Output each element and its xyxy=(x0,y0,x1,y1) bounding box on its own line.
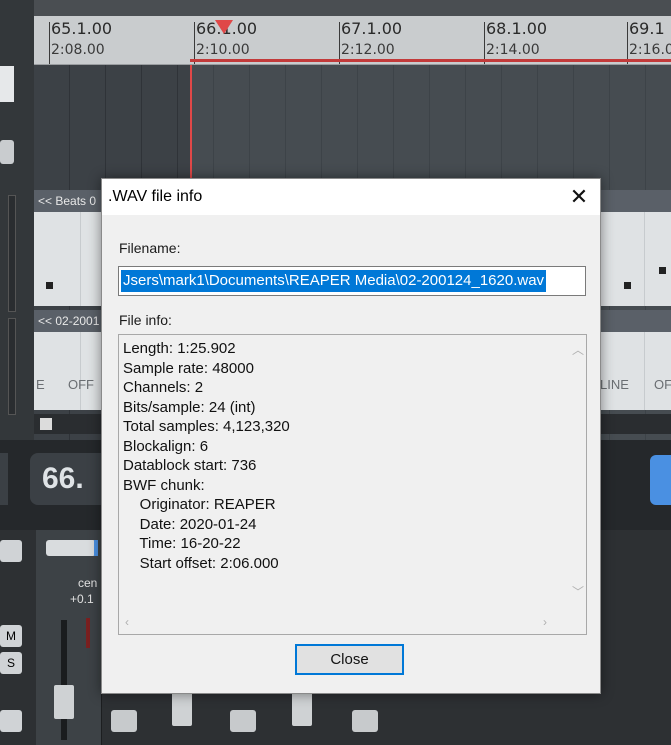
item-text: OFF xyxy=(68,377,94,392)
routing-button[interactable] xyxy=(0,710,22,732)
info-line: Length: 1:25.902 xyxy=(123,340,236,357)
ruler-measure: 69.1 xyxy=(629,19,665,38)
tcp-box-1 xyxy=(0,66,14,102)
ruler-time: 2:08.00 xyxy=(51,42,105,58)
scroll-down-icon[interactable]: ﹀ xyxy=(572,583,584,600)
ruler-tick xyxy=(194,22,195,64)
playhead-marker-icon[interactable] xyxy=(215,20,233,34)
tcp-box-2[interactable] xyxy=(0,140,14,164)
fx-slot[interactable] xyxy=(46,540,96,556)
item-text: OF xyxy=(654,377,671,392)
solo-button[interactable]: S xyxy=(0,652,22,674)
fileinfo-textbox[interactable]: Length: 1:25.902 Sample rate: 48000 Chan… xyxy=(118,334,587,635)
transport-button-blue[interactable] xyxy=(650,455,671,505)
time-display[interactable]: 66. xyxy=(30,453,110,505)
vertical-scrollbar[interactable]: ︿ ﹀ xyxy=(569,335,586,612)
ruler-time: 2:14.00 xyxy=(486,42,540,58)
info-line: Sample rate: 48000 xyxy=(123,359,254,377)
ruler-measure: 65.1.00 xyxy=(51,19,113,38)
fader-track xyxy=(61,620,67,740)
beat-marker xyxy=(624,282,631,289)
timeline-ruler[interactable]: 65.1.00 2:08.00 66.1.00 2:10.00 67.1.00 … xyxy=(34,0,671,65)
fileinfo-text: Length: 1:25.902 Sample rate: 48000 Chan… xyxy=(123,339,553,573)
info-line: Datablock start: 736 xyxy=(123,457,257,474)
item-text: E xyxy=(36,377,45,392)
close-icon[interactable]: ✕ xyxy=(564,183,594,211)
routing-icon[interactable] xyxy=(230,710,256,732)
fileinfo-label: File info: xyxy=(119,312,172,328)
volume-fader[interactable] xyxy=(172,692,192,726)
info-line: Channels: 2 xyxy=(123,379,204,396)
info-line: Originator: REAPER xyxy=(123,496,276,513)
mute-button[interactable]: M xyxy=(0,625,22,647)
volume-fader[interactable] xyxy=(292,692,312,726)
wav-file-info-dialog: .WAV file info ✕ Filename: Jsers\mark1\D… xyxy=(101,178,601,694)
ruler-measure: 67.1.00 xyxy=(341,19,403,38)
ruler-tick xyxy=(627,22,628,64)
routing-icon[interactable] xyxy=(111,710,137,732)
ruler-measure: 68.1.00 xyxy=(486,19,548,38)
mixer-strip: cen +0.1 xyxy=(36,530,102,745)
info-line: Start offset: 2:06.000 xyxy=(123,554,279,572)
info-line: Blockalign: 6 xyxy=(123,437,209,455)
pan-label: cen xyxy=(78,576,98,590)
item-text: LINE xyxy=(600,377,629,392)
beat-marker xyxy=(659,267,666,274)
transport-button[interactable] xyxy=(0,453,8,505)
tcp-meter-1 xyxy=(8,195,16,312)
loop-region xyxy=(190,59,671,62)
tcp-meter-2 xyxy=(8,318,16,415)
ruler-topbar xyxy=(34,0,671,16)
info-line: Date: 2020-01-24 xyxy=(123,515,257,533)
close-button[interactable]: Close xyxy=(295,644,404,675)
volume-meter-blue xyxy=(94,540,98,556)
pan-value: +0.1 xyxy=(70,592,94,606)
dialog-titlebar[interactable]: .WAV file info ✕ xyxy=(102,179,600,215)
ruler-time: 2:12.00 xyxy=(341,42,395,58)
ruler-time: 2:16.0 xyxy=(629,42,671,58)
mixer-button[interactable] xyxy=(0,540,22,562)
ruler-tick xyxy=(49,22,50,64)
scroll-left-icon[interactable]: ‹ xyxy=(125,615,129,629)
filename-label: Filename: xyxy=(119,240,181,256)
horizontal-scrollbar[interactable]: ‹ › xyxy=(119,612,570,634)
filename-value[interactable]: Jsers\mark1\Documents\REAPER Media\02-20… xyxy=(121,270,547,292)
scroll-up-icon[interactable]: ︿ xyxy=(572,341,584,358)
beat-marker xyxy=(46,282,53,289)
ruler-tick xyxy=(484,22,485,64)
info-line: Time: 16-20-22 xyxy=(123,535,241,552)
scroll-right-icon[interactable]: › xyxy=(543,615,547,629)
info-line: Bits/sample: 24 (int) xyxy=(123,398,256,416)
level-meter xyxy=(86,618,90,648)
info-line: Total samples: 4,123,320 xyxy=(123,418,290,435)
routing-icon[interactable] xyxy=(352,710,378,732)
ruler-tick xyxy=(339,22,340,64)
filename-field[interactable]: Jsers\mark1\Documents\REAPER Media\02-20… xyxy=(118,266,586,296)
ruler-time: 2:10.00 xyxy=(196,42,250,58)
dialog-title: .WAV file info xyxy=(108,188,203,205)
scroll-left-arrow-icon[interactable] xyxy=(40,418,52,430)
volume-fader[interactable] xyxy=(54,685,74,719)
info-line: BWF chunk: xyxy=(123,476,205,494)
